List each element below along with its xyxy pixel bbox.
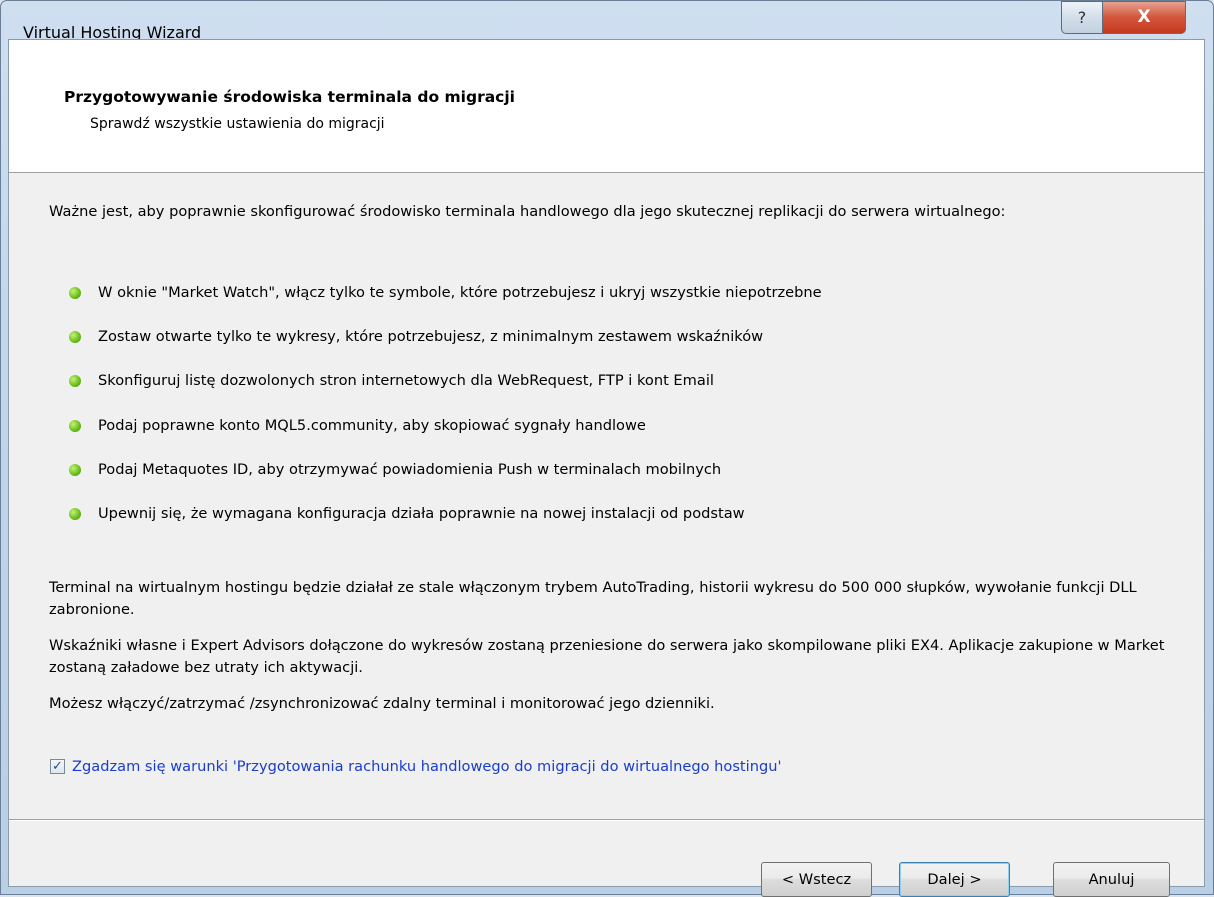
wizard-window: Virtual Hosting Wizard ? X Przygotowywan… [0,0,1214,897]
checkmark-icon: ✓ [52,759,63,774]
next-button[interactable]: Dalej > [899,862,1010,897]
monitoring-note: Możesz włączyć/zatrzymać /zsynchronizowa… [49,695,715,712]
wizard-header: Przygotowywanie środowiska terminala do … [9,40,1204,173]
list-item-text: Upewnij się, że wymagana konfiguracja dz… [98,505,745,522]
help-button[interactable]: ? [1061,1,1103,34]
green-dot-icon [69,508,81,520]
help-icon: ? [1077,8,1087,27]
list-item-text: Podaj Metaquotes ID, aby otrzymywać powi… [98,461,722,478]
agree-checkbox[interactable]: ✓ [50,759,65,774]
back-button[interactable]: < Wstecz [761,862,872,897]
list-item-text: W oknie "Market Watch", włącz tylko te s… [98,284,822,301]
green-dot-icon [69,420,81,432]
footer-divider [9,819,1204,821]
page-subtitle: Sprawdź wszystkie ustawienia do migracji [90,116,385,132]
list-item-text: Podaj poprawne konto MQL5.community, aby… [98,417,646,434]
migration-note: Wskaźniki własne i Expert Advisors dołąc… [49,637,1165,676]
wizard-body: Przygotowywanie środowiska terminala do … [8,39,1205,897]
close-button[interactable]: X [1102,1,1186,34]
agree-checkbox-label[interactable]: Zgadzam się warunki 'Przygotowania rachu… [72,757,782,777]
green-dot-icon [69,287,81,299]
intro-text: Ważne jest, aby poprawnie skonfigurować … [49,203,1006,220]
list-item-text: Zostaw otwarte tylko te wykresy, które p… [98,328,764,345]
green-dot-icon [69,375,81,387]
green-dot-icon [69,464,81,476]
page-title: Przygotowywanie środowiska terminala do … [64,88,515,106]
green-dot-icon [69,331,81,343]
close-icon: X [1137,7,1151,27]
list-item-text: Skonfiguruj listę dozwolonych stron inte… [98,372,714,389]
title-bar[interactable]: Virtual Hosting Wizard ? X [1,1,1213,42]
cancel-button[interactable]: Anuluj [1053,862,1170,897]
autotrading-note: Terminal na wirtualnym hostingu będzie d… [49,579,1137,618]
